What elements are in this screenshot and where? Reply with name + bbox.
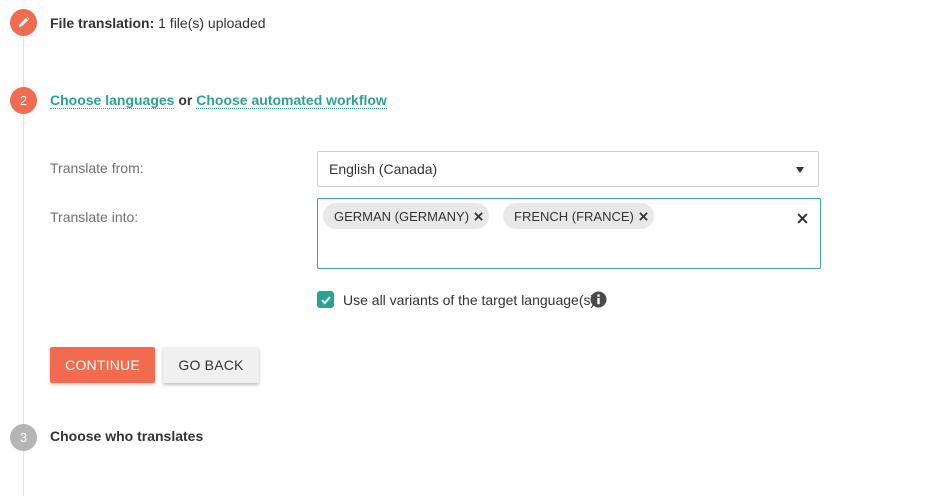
or-text: or (178, 92, 193, 108)
pencil-icon (18, 16, 30, 28)
remove-tag-icon[interactable] (639, 211, 648, 221)
remove-tag-icon[interactable] (474, 211, 483, 221)
translate-from-select[interactable]: English (Canada) (317, 151, 819, 187)
language-tag-label: GERMAN (GERMANY) (334, 208, 470, 224)
step-1-summary: File translation: 1 file(s) uploaded (50, 14, 266, 32)
language-tag-label: FRENCH (FRANCE) (514, 208, 634, 224)
language-tag: FRENCH (FRANCE) (503, 203, 654, 229)
translate-into-label: Translate into: (50, 209, 139, 225)
caret-down-icon (796, 167, 804, 173)
info-icon[interactable] (590, 291, 607, 308)
step-3-title: Choose who translates (50, 428, 204, 444)
translate-into-multiselect[interactable]: GERMAN (GERMANY) FRENCH (FRANCE) (317, 198, 821, 269)
language-tag: GERMAN (GERMANY) (323, 203, 490, 229)
use-all-variants-checkbox[interactable] (317, 291, 334, 308)
translate-from-value: English (Canada) (329, 161, 438, 177)
step-1-title: File translation: (50, 15, 155, 31)
continue-button[interactable]: CONTINUE (50, 347, 155, 383)
clear-all-icon[interactable] (797, 211, 808, 224)
translate-from-label: Translate from: (50, 160, 144, 176)
go-back-button[interactable]: GO BACK (163, 347, 259, 383)
choose-workflow-link[interactable]: Choose automated workflow (196, 92, 387, 109)
step-1-edit-circle[interactable] (10, 9, 37, 36)
choose-languages-link[interactable]: Choose languages (50, 92, 175, 109)
use-all-variants-label: Use all variants of the target language(… (343, 292, 596, 308)
step-2-heading: Choose languages or Choose automated wor… (50, 91, 387, 109)
step-3-circle: 3 (10, 424, 37, 451)
checkmark-icon (320, 295, 331, 304)
step-2-circle: 2 (10, 87, 37, 114)
step-1-detail: 1 file(s) uploaded (158, 15, 266, 31)
